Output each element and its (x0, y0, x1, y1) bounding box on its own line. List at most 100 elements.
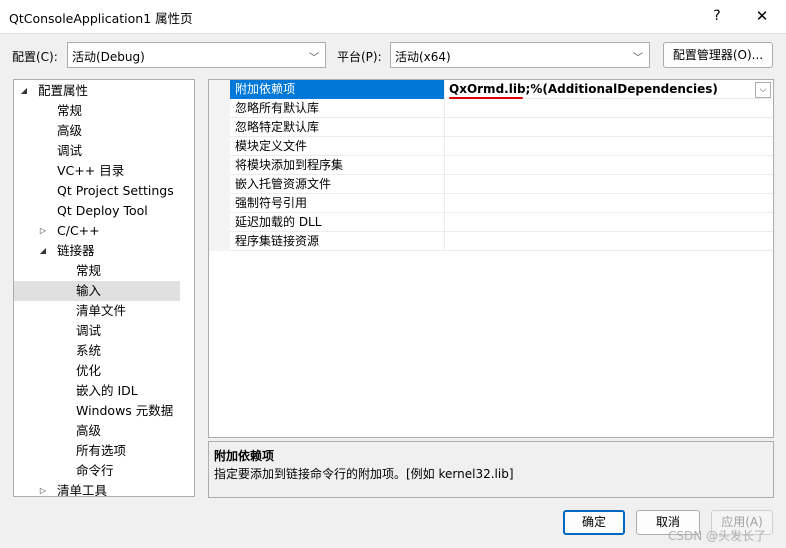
tree-item[interactable]: 高级 (14, 421, 180, 441)
property-row[interactable]: 程序集链接资源 (209, 232, 773, 251)
ok-button[interactable]: 确定 (563, 510, 625, 535)
window-title: QtConsoleApplication1 属性页 (9, 11, 193, 26)
value-rest: ;%(AdditionalDependencies) (525, 82, 718, 96)
property-name[interactable]: 将模块添加到程序集 (230, 156, 445, 175)
tree-item-label: 命令行 (76, 463, 114, 478)
config-value: 活动(Debug) (72, 50, 145, 64)
tree-item[interactable]: VC++ 目录 (14, 161, 180, 181)
property-name[interactable]: 附加依赖项 (230, 80, 445, 99)
property-name[interactable]: 强制符号引用 (230, 194, 445, 213)
chevron-down-icon[interactable]: ⌵ (755, 82, 771, 98)
row-gutter (209, 156, 230, 175)
property-value[interactable] (445, 194, 773, 213)
row-gutter (209, 232, 230, 251)
tree-item[interactable]: 清单文件 (14, 301, 180, 321)
property-row[interactable]: 忽略所有默认库 (209, 99, 773, 118)
tree-item[interactable]: 系统 (14, 341, 180, 361)
property-grid[interactable]: 附加依赖项 QxOrmd.lib;%(AdditionalDependencies… (208, 79, 774, 438)
config-manager-button[interactable]: 配置管理器(O)... (663, 42, 773, 68)
row-gutter (209, 213, 230, 232)
property-name[interactable]: 延迟加载的 DLL (230, 213, 445, 232)
property-row[interactable]: 嵌入托管资源文件 (209, 175, 773, 194)
property-row[interactable]: 模块定义文件 (209, 137, 773, 156)
property-row[interactable]: 延迟加载的 DLL (209, 213, 773, 232)
property-row[interactable]: 将模块添加到程序集 (209, 156, 773, 175)
tree-item-label: 调试 (76, 323, 102, 338)
tree-item[interactable]: ◢ 配置属性 (14, 81, 180, 101)
title-bar: QtConsoleApplication1 属性页 ? ✕ (0, 0, 786, 34)
tree-item[interactable]: 调试 (14, 141, 180, 161)
tree-item[interactable]: 常规 (14, 101, 180, 121)
tree-item-label: 清单工具 (57, 483, 108, 497)
tree-item-label: 优化 (76, 363, 102, 378)
property-value[interactable] (445, 232, 773, 251)
tree-item[interactable]: 优化 (14, 361, 180, 381)
tree-item[interactable]: ▷ C/C++ (14, 221, 180, 241)
tree-item-label: 高级 (57, 123, 83, 138)
property-row[interactable]: 强制符号引用 (209, 194, 773, 213)
expand-arrow-icon[interactable]: ▷ (37, 481, 49, 496)
tree-item[interactable]: Qt Deploy Tool (14, 201, 180, 221)
description-text: 指定要添加到链接命令行的附加项。[例如 kernel32.lib] (214, 467, 514, 481)
description-title: 附加依赖项 (214, 449, 275, 463)
watermark: CSDN @头发长了 (668, 529, 767, 543)
row-gutter (209, 80, 230, 99)
tree-item-label: 高级 (76, 423, 102, 438)
property-value[interactable] (445, 156, 773, 175)
tree-item-label: 常规 (76, 263, 102, 278)
settings-tree[interactable]: ◢ 配置属性 常规 高级 调试 VC++ 目录 Qt Project Settings Qt … (13, 79, 195, 497)
platform-label: 平台(P): (337, 50, 382, 64)
tree-item[interactable]: 所有选项 (14, 441, 180, 461)
expand-arrow-icon[interactable]: ▷ (37, 221, 49, 241)
tree-item-label: 系统 (76, 343, 102, 358)
row-gutter (209, 175, 230, 194)
description-panel: 附加依赖项 指定要添加到链接命令行的附加项。[例如 kernel32.lib] (208, 441, 774, 498)
config-dropdown[interactable]: 活动(Debug) ﹀ (67, 42, 326, 68)
tree-item[interactable]: 输入 (14, 281, 180, 301)
property-value[interactable] (445, 99, 773, 118)
collapse-arrow-icon[interactable]: ◢ (18, 81, 30, 101)
tree-item[interactable]: ▷ 清单工具 (14, 481, 180, 497)
collapse-arrow-icon[interactable]: ◢ (37, 241, 49, 261)
tree-item-label: Windows 元数据 (76, 403, 174, 418)
tree-item-label: 配置属性 (38, 83, 89, 98)
close-icon[interactable]: ✕ (750, 6, 774, 26)
property-name[interactable]: 忽略特定默认库 (230, 118, 445, 137)
tree-item-label: Qt Project Settings (57, 183, 174, 198)
property-value[interactable] (445, 213, 773, 232)
row-gutter (209, 194, 230, 213)
tree-item[interactable]: 高级 (14, 121, 180, 141)
tree-item-label: 输入 (76, 283, 102, 298)
property-value[interactable] (445, 137, 773, 156)
chevron-down-icon: ﹀ (633, 53, 643, 64)
property-name[interactable]: 程序集链接资源 (230, 232, 445, 251)
tree-item[interactable]: 命令行 (14, 461, 180, 481)
tree-item[interactable]: Windows 元数据 (14, 401, 180, 421)
tree-item-label: 链接器 (57, 243, 95, 258)
property-name[interactable]: 忽略所有默认库 (230, 99, 445, 118)
property-row[interactable]: 忽略特定默认库 (209, 118, 773, 137)
tree-item[interactable]: Qt Project Settings (14, 181, 180, 201)
property-value[interactable] (445, 175, 773, 194)
row-gutter (209, 137, 230, 156)
tree-item-label: 调试 (57, 143, 83, 158)
tree-item[interactable]: ◢ 链接器 (14, 241, 180, 261)
property-row[interactable]: 附加依赖项 QxOrmd.lib;%(AdditionalDependencies… (209, 80, 773, 99)
tree-item[interactable]: 嵌入的 IDL (14, 381, 180, 401)
property-name[interactable]: 模块定义文件 (230, 137, 445, 156)
row-gutter (209, 118, 230, 137)
platform-dropdown[interactable]: 活动(x64) ﹀ (390, 42, 650, 68)
tree-item-label: 清单文件 (76, 303, 127, 318)
tree-item-label: VC++ 目录 (57, 163, 125, 178)
tree-item[interactable]: 常规 (14, 261, 180, 281)
value-highlight: QxOrmd.lib (449, 82, 526, 96)
tree-item[interactable]: 调试 (14, 321, 180, 341)
property-name[interactable]: 嵌入托管资源文件 (230, 175, 445, 194)
tree-item-label: C/C++ (57, 223, 100, 238)
tree-item-label: 常规 (57, 103, 83, 118)
property-value[interactable] (445, 118, 773, 137)
platform-value: 活动(x64) (395, 50, 451, 64)
chevron-down-icon: ﹀ (309, 53, 319, 64)
row-gutter (209, 99, 230, 118)
help-icon[interactable]: ? (706, 6, 728, 26)
